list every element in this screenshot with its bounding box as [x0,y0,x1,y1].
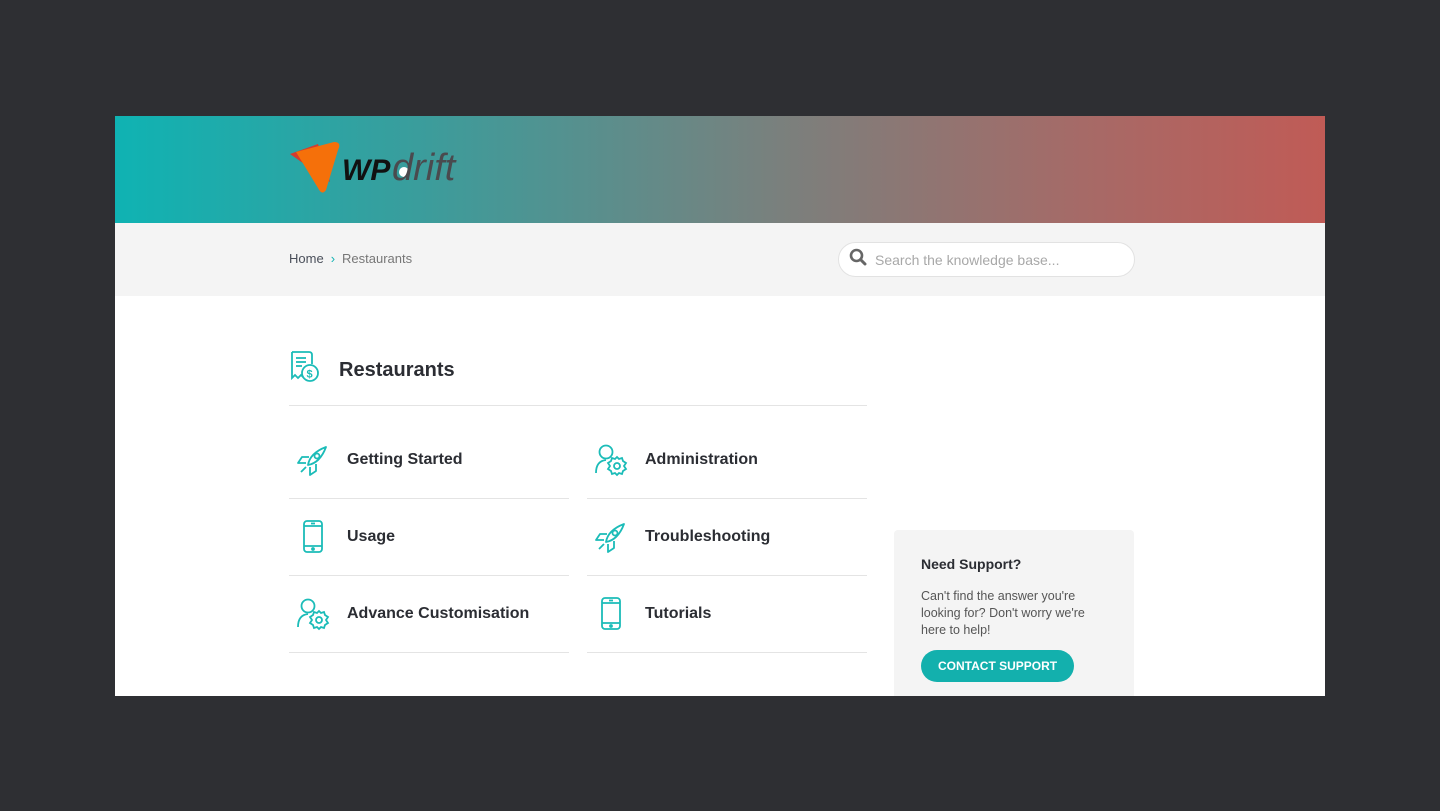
section-label: Getting Started [347,451,463,468]
search-icon [849,248,867,271]
section-label: Usage [347,528,396,545]
section-label: Tutorials [645,605,712,622]
rocket-icon [587,520,635,554]
header-banner: WP drift [115,116,1325,223]
breadcrumb: Home › Restaurants [289,251,412,266]
svg-text:WP: WP [342,154,391,187]
section-troubleshooting[interactable]: Troubleshooting [587,499,867,576]
section-tutorials[interactable]: Tutorials [587,576,867,653]
contact-support-button[interactable]: CONTACT SUPPORT [921,650,1075,682]
section-label: Administration [645,451,758,468]
page-window: WP drift Home › Restaurants Search the k… [115,116,1325,696]
support-title: Need Support? [921,556,1022,572]
search-box[interactable] [838,242,1135,277]
smartphone-icon [289,520,337,554]
search-input[interactable] [875,251,1115,268]
chevron-right-icon: › [330,251,336,266]
section-administration[interactable]: Administration [587,422,867,499]
rocket-icon [289,443,337,477]
svg-text:$: $ [307,369,313,381]
section-label: Troubleshooting [645,528,771,545]
section-label: Advance Customisation [347,605,530,622]
wpdrift-logo[interactable]: WP drift [288,138,488,196]
breadcrumb-bar: Home › Restaurants [115,223,1325,296]
breadcrumb-current: Restaurants [342,251,413,266]
category-header: $ Restaurants [289,350,867,406]
support-widget: Need Support? Can't find the answer you'… [894,530,1134,696]
section-grid: Getting Started Administration Usage Tro… [289,422,867,653]
smartphone-icon [587,597,635,631]
category-title: Restaurants [339,359,455,381]
user-gear-icon [289,597,337,631]
svg-text:drift: drift [392,147,457,189]
receipt-dollar-icon: $ [289,350,321,389]
user-gear-icon [587,443,635,477]
section-usage[interactable]: Usage [289,499,569,576]
breadcrumb-home-link[interactable]: Home [289,251,324,266]
support-text: Can't find the answer you're looking for… [921,589,1085,637]
section-getting-started[interactable]: Getting Started [289,422,569,499]
section-advance-customisation[interactable]: Advance Customisation [289,576,569,653]
